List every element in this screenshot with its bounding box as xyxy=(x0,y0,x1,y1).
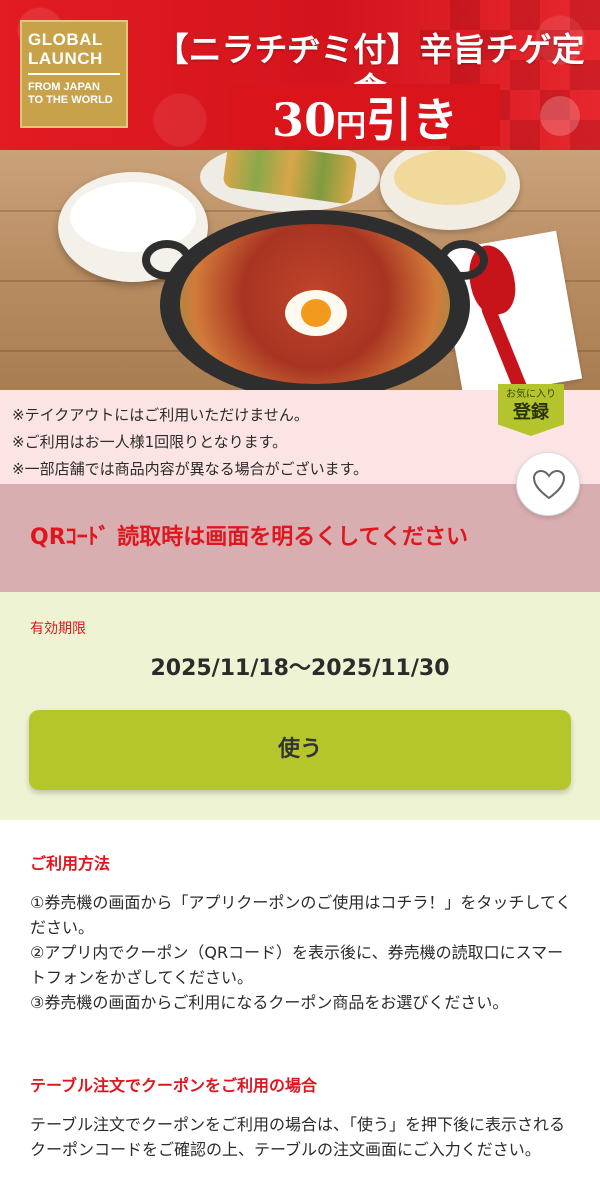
usage-instructions: ご利用方法 ①券売機の画面から「アプリクーポンのご使用はコチラ！」をタッチしてく… xyxy=(0,820,600,1200)
discount-word: 引き xyxy=(366,93,458,147)
logo-line: GLOBAL xyxy=(28,30,103,49)
logo-line: LAUNCH xyxy=(28,49,103,68)
notice-once-per-person: ※ご利用はお一人様1回限りとなります。 xyxy=(12,433,288,451)
validity-dates: 2025/11/18～2025/11/30 xyxy=(150,656,450,681)
egg-yolk xyxy=(301,299,331,327)
validity-label: 有効期限 xyxy=(30,621,86,637)
global-launch-logo: GLOBAL LAUNCH FROM JAPAN TO THE WORLD xyxy=(20,20,128,128)
howto-heading: ご利用方法 xyxy=(30,854,111,873)
notice-store-variation: ※一部店舗では商品内容が異なる場合がございます。 xyxy=(12,460,369,478)
discount-amount: 30 xyxy=(271,93,336,147)
pancake-plate xyxy=(200,150,380,212)
qr-warning-text: QRｺｰﾄﾞ 読取時は画面を明るくしてください xyxy=(30,525,468,550)
pot-handle-right xyxy=(438,240,488,280)
use-coupon-button[interactable]: 使う xyxy=(29,710,571,790)
soup xyxy=(394,150,506,205)
favorite-ribbon-label: 登録 xyxy=(513,402,549,423)
favorite-ribbon-small-label: お気に入り xyxy=(506,389,556,400)
chive-pancake xyxy=(222,150,358,205)
validity-section: 有効期限 2025/11/18～2025/11/30 使う xyxy=(0,592,600,820)
pot-handle-left xyxy=(142,240,192,280)
table-order-body: テーブル注文でクーポンをご利用の場合は、「使う」を押下後に表示されるクーポンコー… xyxy=(30,1115,566,1159)
logo-line: TO THE WORLD xyxy=(28,94,113,106)
discount-label: 30円引き xyxy=(230,84,500,147)
chige-hotpot xyxy=(142,210,488,390)
soup-bowl xyxy=(380,150,520,230)
food-photo xyxy=(0,150,600,390)
logo-divider xyxy=(28,73,120,75)
egg xyxy=(285,290,347,336)
promo-banner: GLOBAL LAUNCH FROM JAPAN TO THE WORLD 【ニ… xyxy=(0,0,600,150)
heart-icon xyxy=(532,469,566,500)
favorite-button[interactable] xyxy=(516,452,580,516)
discount-unit: 円 xyxy=(336,109,366,144)
howto-step-1: ①券売機の画面から「アプリクーポンのご使用はコチラ！」をタッチしてください。 xyxy=(30,893,572,937)
logo-line: FROM JAPAN xyxy=(28,81,100,93)
qr-brightness-warning: QRｺｰﾄﾞ 読取時は画面を明るくしてください xyxy=(0,484,600,592)
howto-step-3: ③券売機の画面からご利用になるクーポン商品をお選びください。 xyxy=(30,993,509,1012)
howto-step-2: ②アプリ内でクーポン（QRコード）を表示後に、券売機の読取口にスマートフォンをか… xyxy=(30,943,564,987)
table-order-heading: テーブル注文でクーポンをご利用の場合 xyxy=(30,1076,318,1095)
